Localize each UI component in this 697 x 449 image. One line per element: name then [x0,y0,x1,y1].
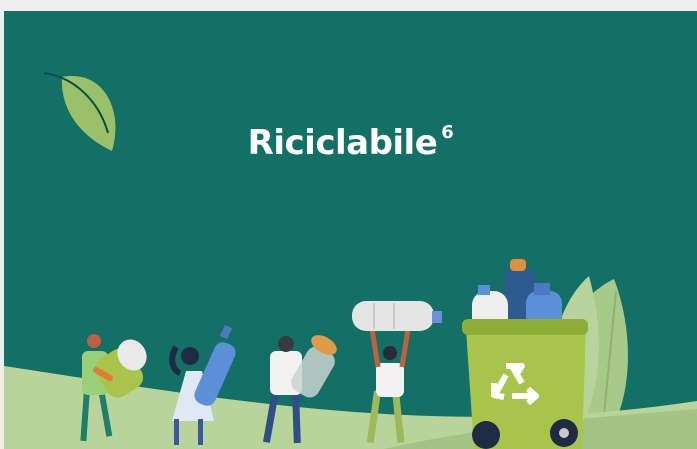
recycling-bin [462,259,588,449]
banner: Riciclabile 6 [4,11,697,449]
illustration [4,72,697,449]
title-superscript: 6 [441,121,454,143]
page-title: Riciclabile 6 [4,121,697,163]
title-text: Riciclabile [247,123,438,163]
